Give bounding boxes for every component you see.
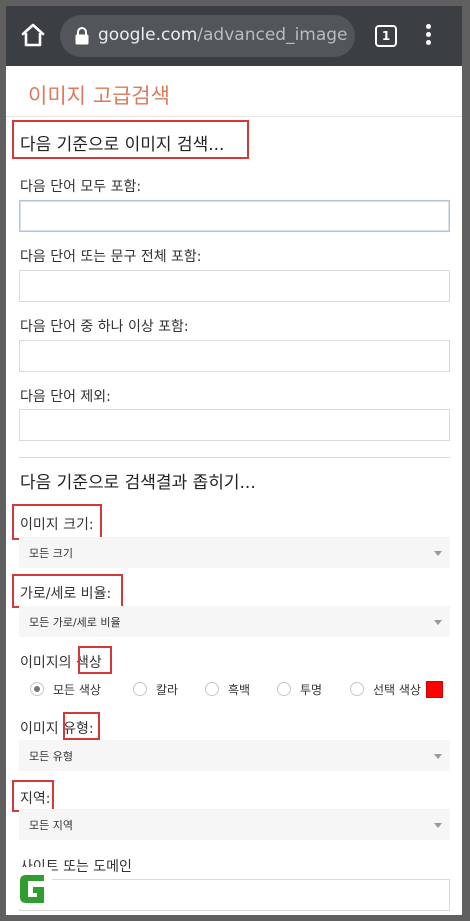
home-icon[interactable]	[20, 22, 46, 48]
any-words-label: 다음 단어 중 하나 이상 포함:	[20, 319, 189, 335]
url-host: google.com	[98, 25, 198, 45]
color-option-label: 선택 색상	[373, 683, 421, 697]
radio-icon	[350, 682, 364, 696]
screen: google.com/advanced_image 1 이미지 고급검색 다음 …	[6, 6, 462, 915]
url-path: /advanced_image	[197, 25, 348, 45]
highlight-box-image-size	[12, 504, 102, 540]
g-logo-icon	[14, 867, 52, 909]
highlight-box-section1	[12, 120, 249, 159]
aspect-ratio-value: 모든 가로/세로 비율	[29, 616, 121, 629]
highlight-box-region	[12, 780, 54, 812]
all-words-input[interactable]	[19, 200, 450, 232]
tab-count: 1	[381, 29, 391, 43]
image-type-value: 모든 유형	[29, 750, 73, 763]
none-words-label: 다음 단어 제외:	[20, 389, 111, 405]
more-vert-icon[interactable]	[426, 24, 432, 48]
image-type-select[interactable]: 모든 유형	[19, 740, 450, 771]
radio-icon	[205, 682, 219, 696]
dropdown-arrow-icon	[434, 823, 442, 828]
color-swatch[interactable]	[426, 681, 443, 698]
all-words-label: 다음 단어 모두 포함:	[20, 179, 142, 195]
section-divider	[19, 457, 450, 458]
color-option-label: 흑백	[228, 683, 251, 697]
color-option-label: 투명	[300, 683, 323, 697]
exact-phrase-input[interactable]	[19, 270, 450, 302]
color-option-label: 칼라	[156, 683, 179, 697]
dropdown-arrow-icon	[434, 620, 442, 625]
radio-checked-icon	[30, 682, 44, 696]
radio-icon	[277, 682, 291, 696]
url-text: google.com/advanced_image	[98, 25, 348, 45]
page-title: 이미지 고급검색	[28, 84, 170, 108]
region-select[interactable]: 모든 지역	[19, 809, 450, 840]
section-heading-narrow: 다음 기준으로 검색결과 좁히기...	[20, 473, 256, 493]
highlight-box-aspect-ratio	[12, 574, 123, 608]
radio-icon	[133, 682, 147, 696]
dropdown-arrow-icon	[434, 551, 442, 556]
tabs-icon[interactable]: 1	[375, 25, 397, 47]
color-options: 모든 색상 칼라 흑백 투명 선택 색상	[20, 678, 450, 702]
color-option-label: 모든 색상	[53, 683, 101, 697]
highlight-box-image-type	[63, 712, 100, 740]
highlight-box-color	[78, 646, 112, 674]
image-type-label-prefix: 이미지	[20, 721, 64, 737]
browser-toolbar: google.com/advanced_image 1	[6, 6, 462, 66]
site-input[interactable]	[19, 879, 450, 911]
lock-icon	[75, 27, 89, 45]
address-bar[interactable]: google.com/advanced_image	[60, 15, 355, 57]
color-label-prefix: 이미지의	[20, 655, 76, 671]
image-size-select[interactable]: 모든 크기	[19, 537, 450, 568]
region-value: 모든 지역	[29, 819, 73, 832]
any-words-input[interactable]	[19, 340, 450, 372]
aspect-ratio-select[interactable]: 모든 가로/세로 비율	[19, 606, 450, 637]
exact-phrase-label: 다음 단어 또는 문구 전체 포함:	[20, 249, 202, 265]
image-size-value: 모든 크기	[29, 547, 73, 560]
dropdown-arrow-icon	[434, 754, 442, 759]
none-words-input[interactable]	[19, 409, 450, 441]
title-divider	[6, 116, 462, 117]
